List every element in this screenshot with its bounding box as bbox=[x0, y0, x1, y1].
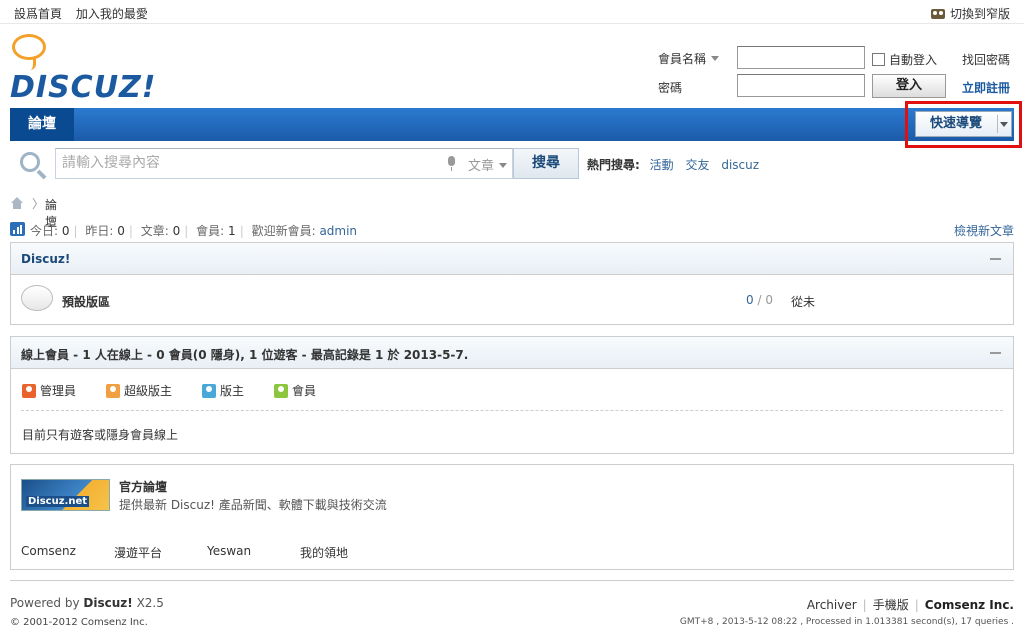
forum-name-link[interactable]: 預設版區 bbox=[62, 293, 110, 310]
powered-by: Powered by Discuz! X2.5 bbox=[10, 596, 164, 610]
search-input[interactable]: 請輸入搜尋內容 bbox=[55, 148, 513, 179]
hot-search-item[interactable]: discuz bbox=[721, 158, 759, 172]
password-input[interactable] bbox=[737, 74, 865, 97]
search-bar: 請輸入搜尋內容 文章 搜尋 熱門搜尋: 活動 交友 discuz bbox=[10, 141, 1014, 186]
breadcrumb-separator: 〉 bbox=[32, 197, 45, 211]
chevron-down-icon[interactable] bbox=[1000, 122, 1008, 127]
glasses-icon bbox=[930, 9, 945, 19]
username-label[interactable]: 會員名稱 bbox=[658, 50, 720, 67]
stats-chart-icon bbox=[10, 222, 25, 236]
footer: Powered by Discuz! X2.5 © 2001-2012 Coms… bbox=[10, 580, 1014, 628]
search-icon bbox=[20, 152, 40, 172]
switch-width-link[interactable]: 切換到窄版 bbox=[930, 5, 1010, 22]
username-input[interactable] bbox=[737, 46, 865, 69]
login-button[interactable]: 登入 bbox=[872, 74, 946, 98]
stat-yesterday: 0 bbox=[117, 224, 125, 238]
view-new-posts-link[interactable]: 檢視新文章 bbox=[954, 222, 1014, 239]
forum-last-post: 從未 bbox=[791, 295, 816, 309]
member-user-icon bbox=[274, 384, 288, 398]
forum-category: Discuz! 預設版區 0 / 0 從未 bbox=[10, 242, 1014, 325]
friend-link[interactable]: Comsenz bbox=[21, 544, 76, 558]
legend-admin: 管理員 bbox=[22, 382, 76, 399]
legend-member: 會員 bbox=[274, 382, 316, 399]
microphone-icon[interactable] bbox=[448, 156, 455, 171]
speech-bubble-icon bbox=[12, 34, 46, 60]
online-title: 線上會員 - 1 人在線上 - 0 會員(0 隱身), 1 位遊客 - 最高記錄… bbox=[21, 348, 469, 362]
set-homepage-link[interactable]: 設爲首頁 bbox=[14, 7, 62, 21]
hot-search-item[interactable]: 交友 bbox=[685, 158, 709, 172]
official-forum-desc: 提供最新 Discuz! 產品新聞、軟體下載與技術交流 bbox=[119, 498, 387, 512]
online-note: 目前只有遊客或隱身會員線上 bbox=[22, 428, 179, 442]
stat-today: 0 bbox=[61, 224, 70, 238]
main-nav: 論壇 bbox=[10, 108, 1014, 141]
home-icon[interactable] bbox=[10, 197, 24, 209]
category-title[interactable]: Discuz! bbox=[21, 252, 70, 266]
stat-posts: 0 bbox=[172, 224, 181, 238]
friend-links: Discuz.net 官方論壇 提供最新 Discuz! 產品新聞、軟體下載與技… bbox=[10, 464, 1014, 570]
super-moderator-user-icon bbox=[106, 384, 120, 398]
copyright: © 2001-2012 Comsenz Inc. bbox=[10, 617, 148, 628]
moderator-user-icon bbox=[202, 384, 216, 398]
hot-searches: 熱門搜尋: 活動 交友 discuz bbox=[587, 156, 767, 173]
friend-link[interactable]: 我的領地 bbox=[300, 544, 348, 561]
chevron-down-icon bbox=[711, 56, 720, 61]
hot-search-item[interactable]: 活動 bbox=[650, 158, 674, 172]
forum-bubble-icon bbox=[21, 285, 53, 311]
logo-text: DISCUZ! bbox=[10, 70, 157, 105]
processed-info: GMT+8 , 2013-5-12 08:22 , Processed in 1… bbox=[679, 617, 1014, 627]
top-bar: 設爲首頁 加入我的最愛 切換到窄版 bbox=[0, 0, 1024, 24]
add-favorite-link[interactable]: 加入我的最愛 bbox=[76, 7, 148, 21]
tab-forum[interactable]: 論壇 bbox=[10, 108, 74, 141]
hot-search-label: 熱門搜尋: bbox=[587, 158, 640, 172]
search-type-select[interactable]: 文章 bbox=[468, 155, 508, 174]
new-member-link[interactable]: admin bbox=[319, 224, 357, 238]
password-label: 密碼 bbox=[658, 81, 683, 95]
legend-moderator: 版主 bbox=[202, 382, 244, 399]
discuz-link[interactable]: Discuz! bbox=[83, 596, 132, 610]
auto-login-checkbox[interactable] bbox=[872, 53, 885, 66]
mobile-link[interactable]: 手機版 bbox=[873, 598, 909, 612]
friend-link[interactable]: Yeswan bbox=[207, 544, 251, 558]
site-logo[interactable]: DISCUZ! bbox=[10, 34, 155, 105]
forum-count: 0 / 0 bbox=[746, 293, 773, 307]
auto-login-label[interactable]: 自動登入 bbox=[889, 51, 937, 68]
quick-nav-button[interactable]: 快速導覽 bbox=[915, 111, 1012, 137]
official-forum-link[interactable]: 官方論壇 bbox=[119, 478, 167, 495]
footer-links: Archiver | 手機版 | Comsenz Inc. bbox=[806, 598, 1014, 612]
friend-link[interactable]: 漫遊平台 bbox=[114, 544, 162, 561]
discuz-net-logo[interactable]: Discuz.net bbox=[21, 479, 110, 511]
chevron-down-icon bbox=[499, 163, 508, 168]
stat-members: 1 bbox=[228, 224, 236, 238]
register-link[interactable]: 立即註冊 bbox=[962, 79, 1010, 96]
find-password-link[interactable]: 找回密碼 bbox=[962, 51, 1010, 68]
archiver-link[interactable]: Archiver bbox=[807, 598, 857, 612]
collapse-icon[interactable] bbox=[990, 258, 1001, 260]
search-button[interactable]: 搜尋 bbox=[513, 148, 579, 179]
quick-nav-label: 快速導覽 bbox=[930, 116, 983, 131]
online-members: 線上會員 - 1 人在線上 - 0 會員(0 隱身), 1 位遊客 - 最高記錄… bbox=[10, 336, 1014, 454]
legend-super-moderator: 超級版主 bbox=[106, 382, 172, 399]
collapse-icon[interactable] bbox=[990, 352, 1001, 354]
switch-width-label: 切換到窄版 bbox=[949, 7, 1010, 21]
company-link[interactable]: Comsenz Inc. bbox=[925, 598, 1014, 612]
admin-user-icon bbox=[22, 384, 36, 398]
